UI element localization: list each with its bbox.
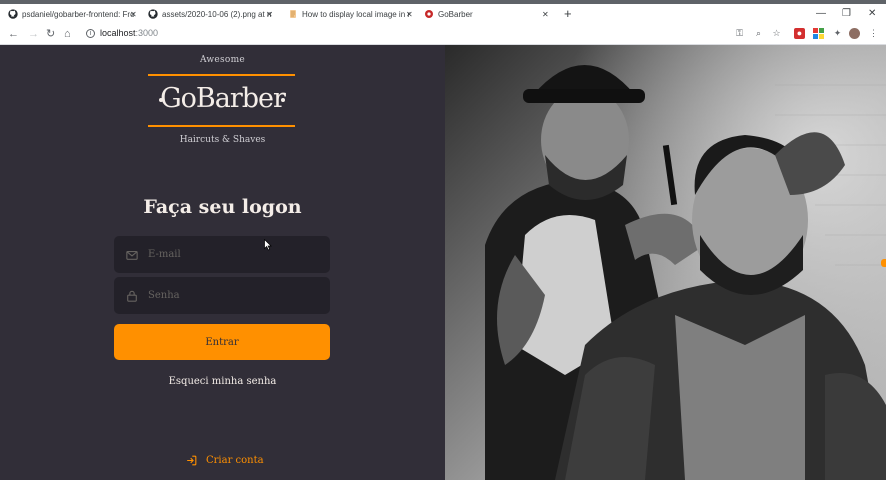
site-info-icon[interactable]: i: [86, 29, 95, 38]
close-window-icon[interactable]: ✕: [868, 8, 876, 19]
email-field-container[interactable]: [114, 236, 330, 273]
tab-title: psdaniel/gobarber-frontend: Fro: [22, 9, 135, 19]
color-extension-icon[interactable]: [813, 28, 824, 39]
browser-tab-active[interactable]: GoBarber: [424, 4, 549, 24]
home-icon[interactable]: ⌂: [64, 27, 71, 41]
create-account-link[interactable]: Criar conta: [186, 455, 264, 466]
logo-dot: [281, 98, 285, 102]
gobarber-icon: [424, 9, 434, 19]
close-tab-icon[interactable]: ✕: [542, 4, 549, 24]
page-title: Faça seu logon: [143, 196, 302, 218]
forward-icon[interactable]: →: [28, 27, 39, 41]
logo-top-text: Awesome: [199, 55, 246, 65]
password-input[interactable]: [148, 290, 308, 301]
logo-line-bottom: [148, 125, 295, 127]
zoom-icon[interactable]: ⌕: [753, 28, 764, 39]
barbershop-photo: [445, 45, 886, 480]
logo-name: GoBarber: [160, 83, 286, 114]
github-icon: [148, 9, 158, 19]
new-tab-icon[interactable]: +: [564, 7, 572, 20]
mail-icon: [126, 250, 138, 260]
submit-button[interactable]: Entrar: [114, 324, 330, 360]
minimize-icon[interactable]: —: [816, 8, 826, 19]
close-tab-icon[interactable]: ✕: [406, 4, 413, 24]
password-field-container[interactable]: [114, 277, 330, 314]
github-icon: [8, 9, 18, 19]
tab-title: How to display local image in m: [302, 9, 410, 19]
browser-toolbar: ← → ↻ ⌂ i localhost:3000 ⚿ ⌕ ☆ ● ✦ ⋮: [0, 24, 886, 45]
forgot-password-link[interactable]: Esqueci minha senha: [0, 376, 445, 387]
browser-tab-bar: psdaniel/gobarber-frontend: Fro ✕ assets…: [0, 4, 886, 24]
browser-tab[interactable]: How to display local image in m: [288, 4, 410, 24]
reload-icon[interactable]: ↻: [46, 27, 55, 41]
maximize-icon[interactable]: ❐: [842, 8, 851, 19]
url-host: localhost: [100, 28, 136, 38]
close-tab-icon[interactable]: ✕: [130, 4, 137, 24]
star-icon[interactable]: ☆: [771, 28, 782, 39]
url-port: :3000: [135, 28, 159, 38]
lock-icon: [127, 290, 137, 302]
puzzle-icon[interactable]: ✦: [832, 28, 843, 39]
menu-dots-icon[interactable]: ⋮: [868, 28, 879, 39]
page-icon: [288, 9, 298, 19]
close-tab-icon[interactable]: ✕: [266, 4, 273, 24]
log-in-icon: [187, 455, 197, 466]
extension-icon[interactable]: ●: [794, 28, 805, 39]
avatar[interactable]: [849, 28, 860, 39]
tab-title: assets/2020-10-06 (2).png at ma: [162, 9, 272, 19]
mouse-cursor-icon: [264, 239, 272, 251]
logo-sub-text: Haircuts & Shaves: [179, 135, 266, 145]
tab-title: GoBarber: [438, 9, 473, 19]
app-page: Awesome GoBarber Haircuts & Shaves Faça …: [0, 45, 886, 480]
orange-edge-marker: [881, 259, 886, 267]
logo-line-top: [148, 74, 295, 76]
login-panel: Awesome GoBarber Haircuts & Shaves Faça …: [0, 45, 445, 480]
email-input[interactable]: [148, 249, 308, 260]
key-icon[interactable]: ⚿: [734, 28, 745, 39]
back-icon[interactable]: ←: [8, 27, 19, 41]
create-account-label: Criar conta: [206, 455, 264, 466]
browser-tab[interactable]: psdaniel/gobarber-frontend: Fro: [8, 4, 138, 24]
browser-tab[interactable]: assets/2020-10-06 (2).png at ma: [148, 4, 272, 24]
address-field[interactable]: localhost:3000: [100, 28, 158, 38]
